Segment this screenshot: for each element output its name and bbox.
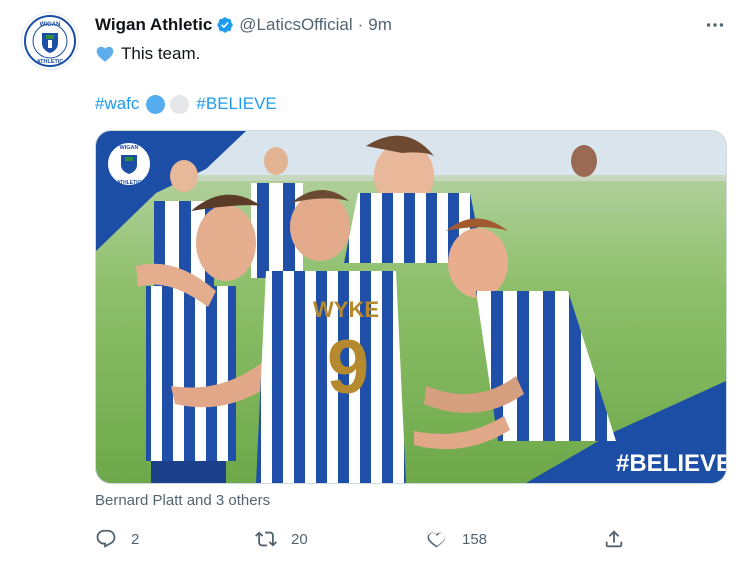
photo-crest-bottom: ATHLETIC	[117, 180, 142, 186]
display-name[interactable]: Wigan Athletic	[95, 15, 212, 35]
hashtag-wafc[interactable]: #wafc	[95, 94, 139, 114]
tweet-media-image[interactable]: WYKE 9 WIGAN ATHLETIC #BELIEVE	[95, 130, 727, 484]
separator-dot: ·	[357, 15, 364, 34]
photo-banner-text: #BELIEVE	[616, 450, 726, 477]
club-crest-icon: WIGAN ATHLETIC	[24, 15, 76, 67]
white-circle-icon	[170, 94, 190, 114]
reply-icon	[96, 529, 116, 548]
reply-count: 2	[131, 530, 140, 548]
tweet-text-line2: #wafc #BELIEVE	[95, 92, 277, 116]
timestamp[interactable]: 9m	[368, 15, 392, 35]
reply-button[interactable]: 2	[95, 526, 139, 552]
share-icon	[605, 530, 623, 548]
blue-circle-icon	[146, 94, 166, 114]
hashtag-believe[interactable]: #BELIEVE	[196, 94, 276, 114]
avatar[interactable]: WIGAN ATHLETIC	[21, 12, 79, 70]
shirt-number: 9	[327, 325, 369, 410]
shirt-name: WYKE	[313, 297, 379, 322]
retweet-icon	[255, 531, 277, 547]
retweet-button[interactable]: 20	[255, 526, 308, 552]
tweet-text-line1: This team.	[95, 42, 200, 66]
blue-heart-icon	[96, 46, 114, 62]
verified-badge-icon	[217, 17, 233, 33]
avatar-crest-bottom: ATHLETIC	[37, 59, 64, 65]
retweet-count: 20	[291, 530, 308, 548]
user-handle[interactable]: @LaticsOfficial	[239, 15, 352, 35]
heart-icon	[427, 532, 446, 548]
avatar-crest-top: WIGAN	[40, 22, 61, 28]
team-celebration-photo: WYKE 9 WIGAN ATHLETIC #BELIEVE	[96, 131, 726, 483]
like-count: 158	[462, 530, 488, 548]
photo-crest-top: WIGAN	[120, 145, 139, 151]
tweet-header: Wigan Athletic @LaticsOfficial · 9m	[95, 14, 392, 36]
share-button[interactable]	[603, 526, 625, 552]
tweet-text: This team.	[121, 44, 201, 63]
tweet-action-bar: 2 20 158	[95, 526, 727, 552]
photo-club-crest-icon: WIGAN ATHLETIC	[106, 141, 152, 187]
liked-by-text[interactable]: Bernard Platt and 3 others	[95, 492, 270, 509]
like-button[interactable]: 158	[426, 526, 487, 552]
more-options-icon[interactable]	[704, 14, 726, 36]
